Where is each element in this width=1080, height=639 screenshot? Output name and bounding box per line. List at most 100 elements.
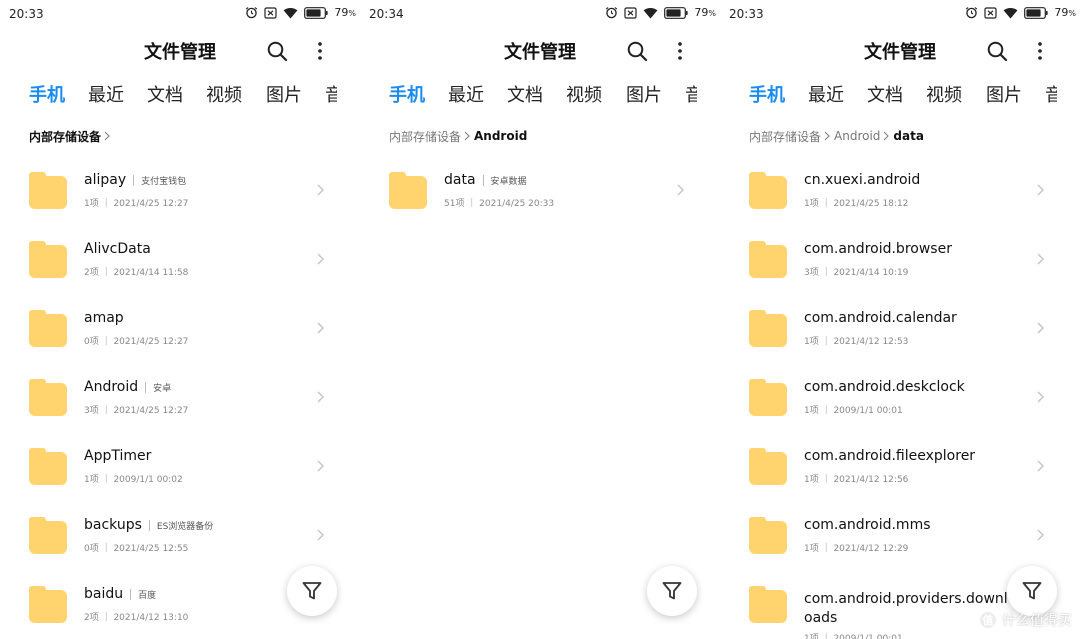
filter-icon [1022,582,1042,600]
filter-button[interactable] [647,566,697,616]
crumb-internal-storage[interactable]: 内部存储设备 [29,128,101,145]
folder-icon [29,310,67,347]
status-time: 20:34 [369,7,404,21]
folder-icon [29,517,67,554]
title-bar: 文件管理 [360,36,720,66]
file-row[interactable]: com.android.deskclock 1项 ｜ 2009/1/1 00:0… [720,362,1080,431]
file-row[interactable]: AppTimer 1项 ｜ 2009/1/1 00:02 [0,431,360,500]
more-options-icon[interactable] [1032,40,1048,62]
search-icon[interactable] [986,40,1008,62]
search-icon[interactable] [626,40,648,62]
file-name: baidu [84,586,124,602]
folder-icon [749,517,787,554]
tab-partial[interactable]: 音 [325,81,337,107]
file-name-line: baidu 百度 [84,586,156,602]
file-name: Android [84,379,139,395]
file-row[interactable]: com.android.browser 3项 ｜ 2021/4/14 10:19 [720,224,1080,293]
name-separator [130,588,132,600]
chevron-right-icon [317,460,324,472]
file-row[interactable]: amap 0项 ｜ 2021/4/25 12:27 [0,293,360,362]
file-row[interactable]: data 安卓数据 51项 ｜ 2021/4/25 20:33 [360,155,720,224]
tab-images[interactable]: 图片 [986,81,1022,107]
file-row[interactable]: alipay 支付宝钱包 1项 ｜ 2021/4/25 12:27 [0,155,360,224]
folder-icon [29,448,67,485]
file-meta: 3项 ｜ 2021/4/14 10:19 [804,268,909,278]
tab-phone[interactable]: 手机 [29,81,65,107]
alarm-icon [246,7,258,19]
tab-videos[interactable]: 视频 [566,81,602,107]
alarm-icon [966,7,978,19]
file-row[interactable]: com.android.fileexplorer 1项 ｜ 2021/4/12 … [720,431,1080,500]
filter-icon [302,582,322,600]
screens: 20:33 79% 文件管理 手机 最近 文档 视频 图片 音 内部存储设备 a… [0,0,1080,639]
file-meta: 2项 ｜ 2021/4/14 11:58 [84,268,189,278]
file-row[interactable]: com.android.calendar 1项 ｜ 2021/4/12 12:5… [720,293,1080,362]
folder-icon [749,172,787,209]
filter-button[interactable] [1007,566,1057,616]
name-separator [145,381,147,393]
watermark-logo: 值 [978,610,998,630]
crumb-android[interactable]: Android [834,129,880,143]
alarm-icon [606,7,618,19]
file-name: AlivcData [84,241,151,257]
tab-partial[interactable]: 音 [685,81,697,107]
file-meta: 1项 ｜ 2021/4/12 12:53 [804,337,909,347]
more-options-icon[interactable] [672,40,688,62]
chevron-right-icon [317,322,324,334]
search-icon[interactable] [266,40,288,62]
tab-recent[interactable]: 最近 [448,81,484,107]
no-sim-icon [624,6,637,19]
tab-images[interactable]: 图片 [266,81,302,107]
crumb-internal-storage[interactable]: 内部存储设备 [749,128,821,145]
breadcrumb: 内部存储设备 [29,127,114,145]
file-meta: 0项 ｜ 2021/4/25 12:27 [84,337,189,347]
tab-images[interactable]: 图片 [626,81,662,107]
file-name: backups [84,517,142,533]
tab-videos[interactable]: 视频 [926,81,962,107]
file-row[interactable]: backups ES浏览器备份 0项 ｜ 2021/4/25 12:55 [0,500,360,569]
file-row[interactable]: Android 安卓 3项 ｜ 2021/4/25 12:27 [0,362,360,431]
file-row[interactable]: com.android.mms 1项 ｜ 2021/4/12 12:29 [720,500,1080,569]
file-name: com.android.fileexplorer [804,448,976,464]
folder-icon [749,241,787,278]
file-name: amap [84,310,124,326]
wifi-icon [283,7,298,18]
file-name-line: com.android.calendar [804,310,957,326]
file-row[interactable]: cn.xuexi.android 1项 ｜ 2021/4/25 18:12 [720,155,1080,224]
tab-videos[interactable]: 视频 [206,81,242,107]
crumb-internal-storage[interactable]: 内部存储设备 [389,128,461,145]
crumb-android[interactable]: Android [474,129,527,143]
wifi-icon [1003,7,1018,18]
more-options-icon[interactable] [312,40,328,62]
chevron-right-icon [677,184,684,196]
status-icons: 79% [605,6,716,19]
file-meta: 1项 ｜ 2021/4/25 12:27 [84,199,189,209]
tab-phone[interactable]: 手机 [749,81,785,107]
tab-recent[interactable]: 最近 [808,81,844,107]
chevron-right-icon [317,529,324,541]
folder-icon [29,586,67,623]
status-icons: 79% [965,6,1076,19]
tab-documents[interactable]: 文档 [507,81,543,107]
file-name-line: alipay 支付宝钱包 [84,172,186,188]
file-meta: 1项 ｜ 2009/1/1 00:02 [84,475,183,485]
tab-phone[interactable]: 手机 [389,81,425,107]
file-row[interactable]: AlivcData 2项 ｜ 2021/4/14 11:58 [0,224,360,293]
folder-icon [749,310,787,347]
file-alias: 安卓 [153,383,172,394]
screen-android-data-folder: 20:33 79% 文件管理 手机 最近 文档 视频 图片 音 内部存储设备 A… [720,0,1080,639]
folder-icon [749,586,787,623]
file-meta: 1项 ｜ 2021/4/12 12:56 [804,475,909,485]
file-name: AppTimer [84,448,152,464]
file-name-line: AlivcData [84,241,151,257]
chevron-right-icon [317,184,324,196]
crumb-data[interactable]: data [893,129,924,143]
tab-recent[interactable]: 最近 [88,81,124,107]
no-sim-icon [984,6,997,19]
tab-documents[interactable]: 文档 [867,81,903,107]
folder-icon [749,448,787,485]
screen-android-folder: 20:34 79% 文件管理 手机 最近 文档 视频 图片 音 内部存储设备 A… [360,0,720,639]
filter-button[interactable] [287,566,337,616]
tab-documents[interactable]: 文档 [147,81,183,107]
tab-partial[interactable]: 音 [1045,81,1057,107]
